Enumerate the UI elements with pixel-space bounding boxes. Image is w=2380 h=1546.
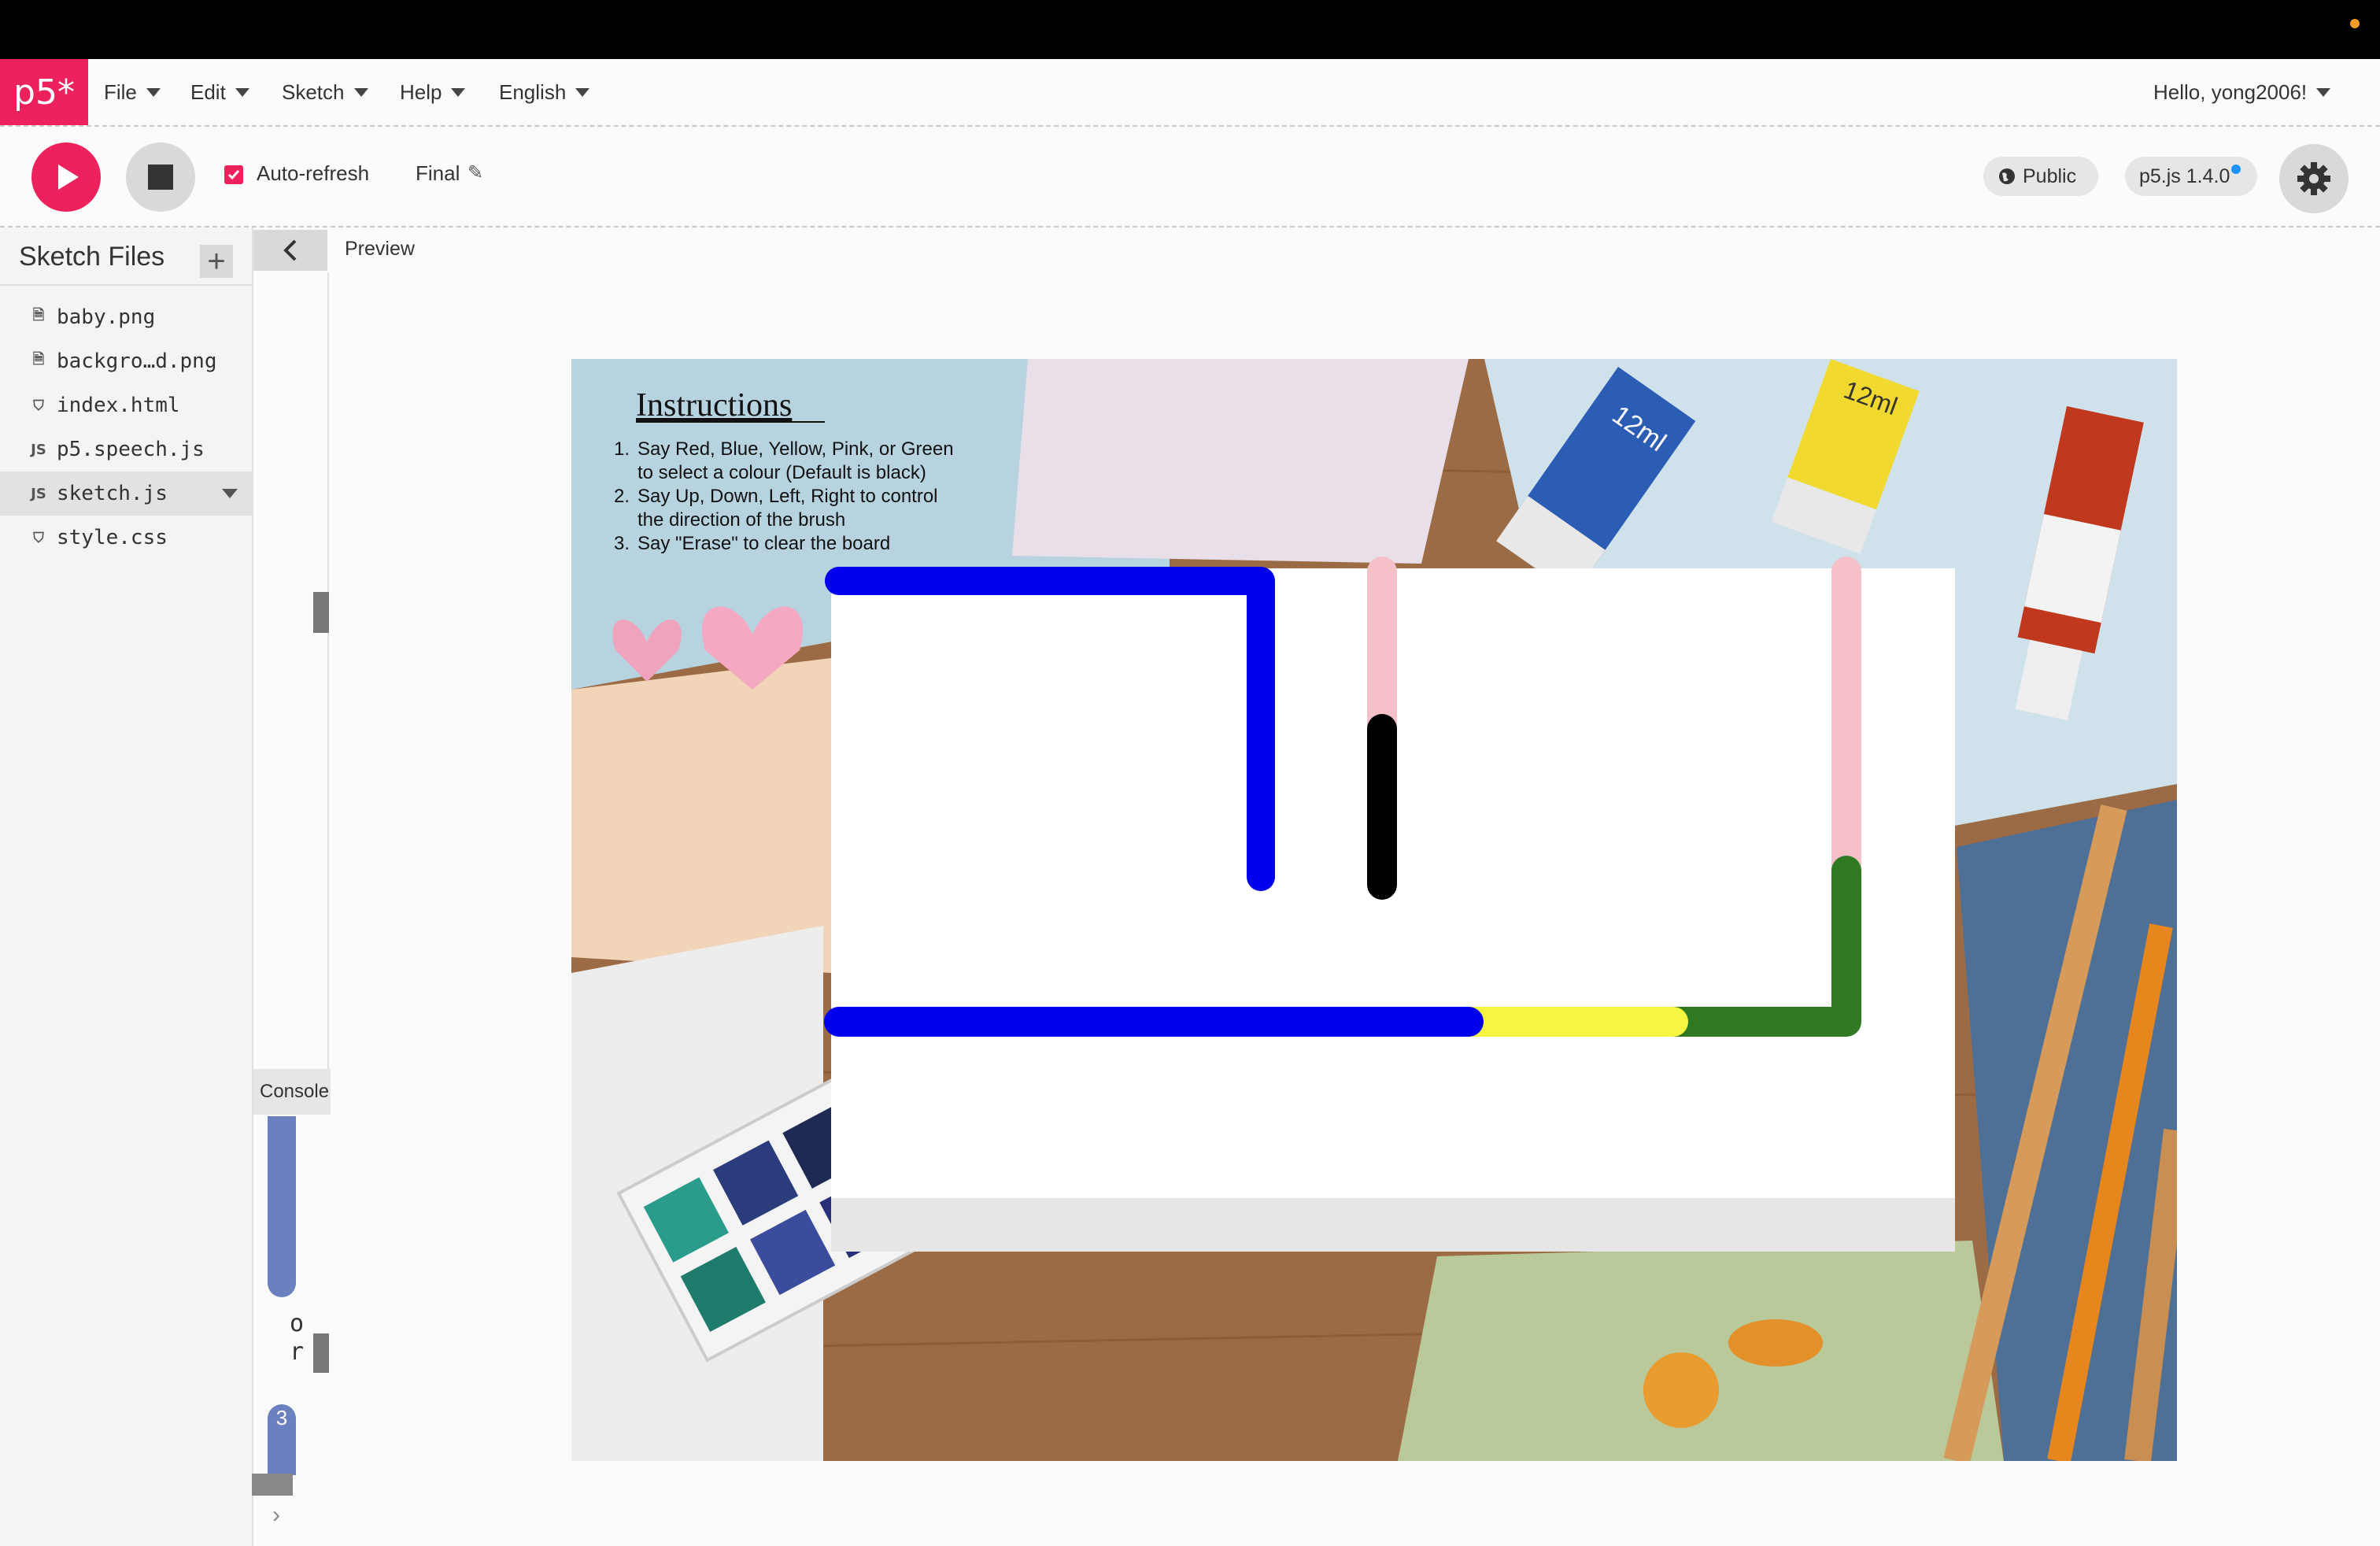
sketch-canvas-svg: 12ml 12ml Instructions 1. Say Red, Blue,… (571, 359, 2177, 1461)
console-text: r (290, 1338, 305, 1366)
green-fabric-scrap (1398, 1241, 2004, 1461)
instruction-line: the direction of the brush (638, 509, 845, 531)
editor-scrollbar[interactable] (313, 592, 329, 633)
file-item[interactable]: ⛉ index.html (0, 383, 252, 427)
html-file-icon: ⛉ (33, 397, 44, 414)
chevron-left-icon (283, 239, 297, 261)
sketch-canvas[interactable]: 12ml 12ml Instructions 1. Say Red, Blue,… (571, 359, 2177, 1461)
update-dot (2231, 165, 2241, 174)
js-file-icon: JS (31, 485, 46, 502)
file-options-chevron-icon[interactable] (222, 489, 238, 498)
console-text: o (290, 1310, 305, 1337)
gear-icon (2297, 162, 2330, 195)
user-menu[interactable]: Hello, yong2006! (2153, 59, 2331, 125)
menu-edit-label: Edit (190, 80, 226, 104)
add-file-button[interactable]: + (200, 244, 233, 279)
instruction-number: 1. (614, 438, 630, 460)
file-name: baby.png (57, 305, 156, 329)
settings-button[interactable] (2279, 144, 2349, 213)
sketch-name[interactable]: Final (416, 161, 460, 186)
console-scroll-thumb[interactable] (252, 1474, 293, 1496)
play-button[interactable] (31, 142, 101, 212)
instruction-number: 3. (614, 533, 630, 554)
chevron-right-icon[interactable]: › (272, 1502, 280, 1529)
instructions-title: Instructions (636, 387, 792, 423)
console-header[interactable]: Console (253, 1069, 331, 1115)
visibility-label: Public (2023, 165, 2077, 187)
chevron-down-icon (235, 87, 249, 97)
menu-sketch[interactable]: Sketch (282, 59, 368, 125)
chevron-down-icon (146, 87, 161, 97)
stop-button[interactable] (126, 142, 195, 212)
chevron-down-icon (2316, 87, 2331, 97)
file-name: index.html (57, 394, 180, 417)
instruction-line: to select a colour (Default is black) (638, 462, 926, 483)
notification-dot (2350, 19, 2360, 28)
menu-help[interactable]: Help (400, 59, 466, 125)
file-name: style.css (57, 526, 168, 549)
auto-refresh-checkbox[interactable] (224, 165, 243, 184)
drawing-board-footer (831, 1198, 1955, 1252)
file-name: p5.speech.js (57, 438, 205, 461)
auto-refresh-label[interactable]: Auto-refresh (257, 161, 369, 186)
console-scrollbar[interactable] (313, 1333, 329, 1373)
chevron-down-icon (575, 87, 590, 97)
preview-label: Preview (345, 238, 415, 260)
toolbar: Auto-refresh Final ✎ Public p5.js 1.4.0 (0, 127, 2380, 227)
version-label: p5.js 1.4.0 (2139, 165, 2230, 187)
file-icon: 🗎 (32, 351, 45, 368)
file-item-active[interactable]: JS sketch.js (0, 472, 252, 516)
console-count-badge: 3 (268, 1404, 296, 1475)
file-item[interactable]: JS p5.speech.js (0, 427, 252, 472)
globe-icon (1999, 168, 2015, 184)
pencil-icon[interactable]: ✎ (468, 161, 483, 184)
file-item[interactable]: 🗎 baby.png (0, 295, 252, 339)
instruction-line: Say "Erase" to clear the board (638, 533, 890, 554)
console-message-bar (268, 1116, 296, 1297)
system-top-bar (0, 0, 2380, 59)
sidebar: Sketch Files + 🗎 baby.png 🗎 backgro…d.pn… (0, 227, 253, 1546)
file-icon: 🗎 (32, 307, 45, 324)
menu-language-label: English (499, 80, 567, 104)
menu-sketch-label: Sketch (282, 80, 345, 104)
file-name: sketch.js (57, 482, 168, 505)
menu-help-label: Help (400, 80, 442, 104)
file-item[interactable]: ⛉ style.css (0, 516, 252, 560)
divider (0, 284, 252, 286)
user-greeting: Hello, yong2006! (2153, 80, 2308, 104)
sidebar-title: Sketch Files (19, 242, 165, 272)
check-icon (227, 170, 240, 180)
p5-logo[interactable]: p5* (0, 59, 88, 125)
css-file-icon: ⛉ (33, 529, 44, 546)
collapse-editor-button[interactable] (253, 230, 327, 271)
menu-language[interactable]: English (499, 59, 590, 125)
dog-button-decoration (1728, 1319, 1823, 1367)
stop-icon (148, 165, 173, 190)
cat-button-decoration (1643, 1352, 1719, 1428)
play-icon (58, 165, 79, 190)
chevron-down-icon (451, 87, 466, 97)
watercolor-paper-scrap (571, 658, 831, 973)
editor-pane-collapsed (253, 272, 329, 1069)
chevron-down-icon (353, 87, 368, 97)
menu-file[interactable]: File (104, 59, 161, 125)
file-item[interactable]: 🗎 backgro…d.png (0, 339, 252, 383)
instruction-number: 2. (614, 486, 630, 507)
instruction-line: Say Up, Down, Left, Right to control (638, 486, 938, 507)
instruction-line: Say Red, Blue, Yellow, Pink, or Green (638, 438, 954, 460)
js-file-icon: JS (31, 441, 46, 458)
main-nav: p5* File Edit Sketch Help English Hello,… (0, 59, 2380, 127)
visibility-toggle[interactable]: Public (1983, 157, 2098, 196)
grid-paper-scrap (1012, 359, 1469, 564)
menu-file-label: File (104, 80, 137, 104)
menu-edit[interactable]: Edit (190, 59, 249, 125)
version-selector[interactable]: p5.js 1.4.0 (2125, 157, 2257, 196)
file-name: backgro…d.png (57, 350, 217, 373)
